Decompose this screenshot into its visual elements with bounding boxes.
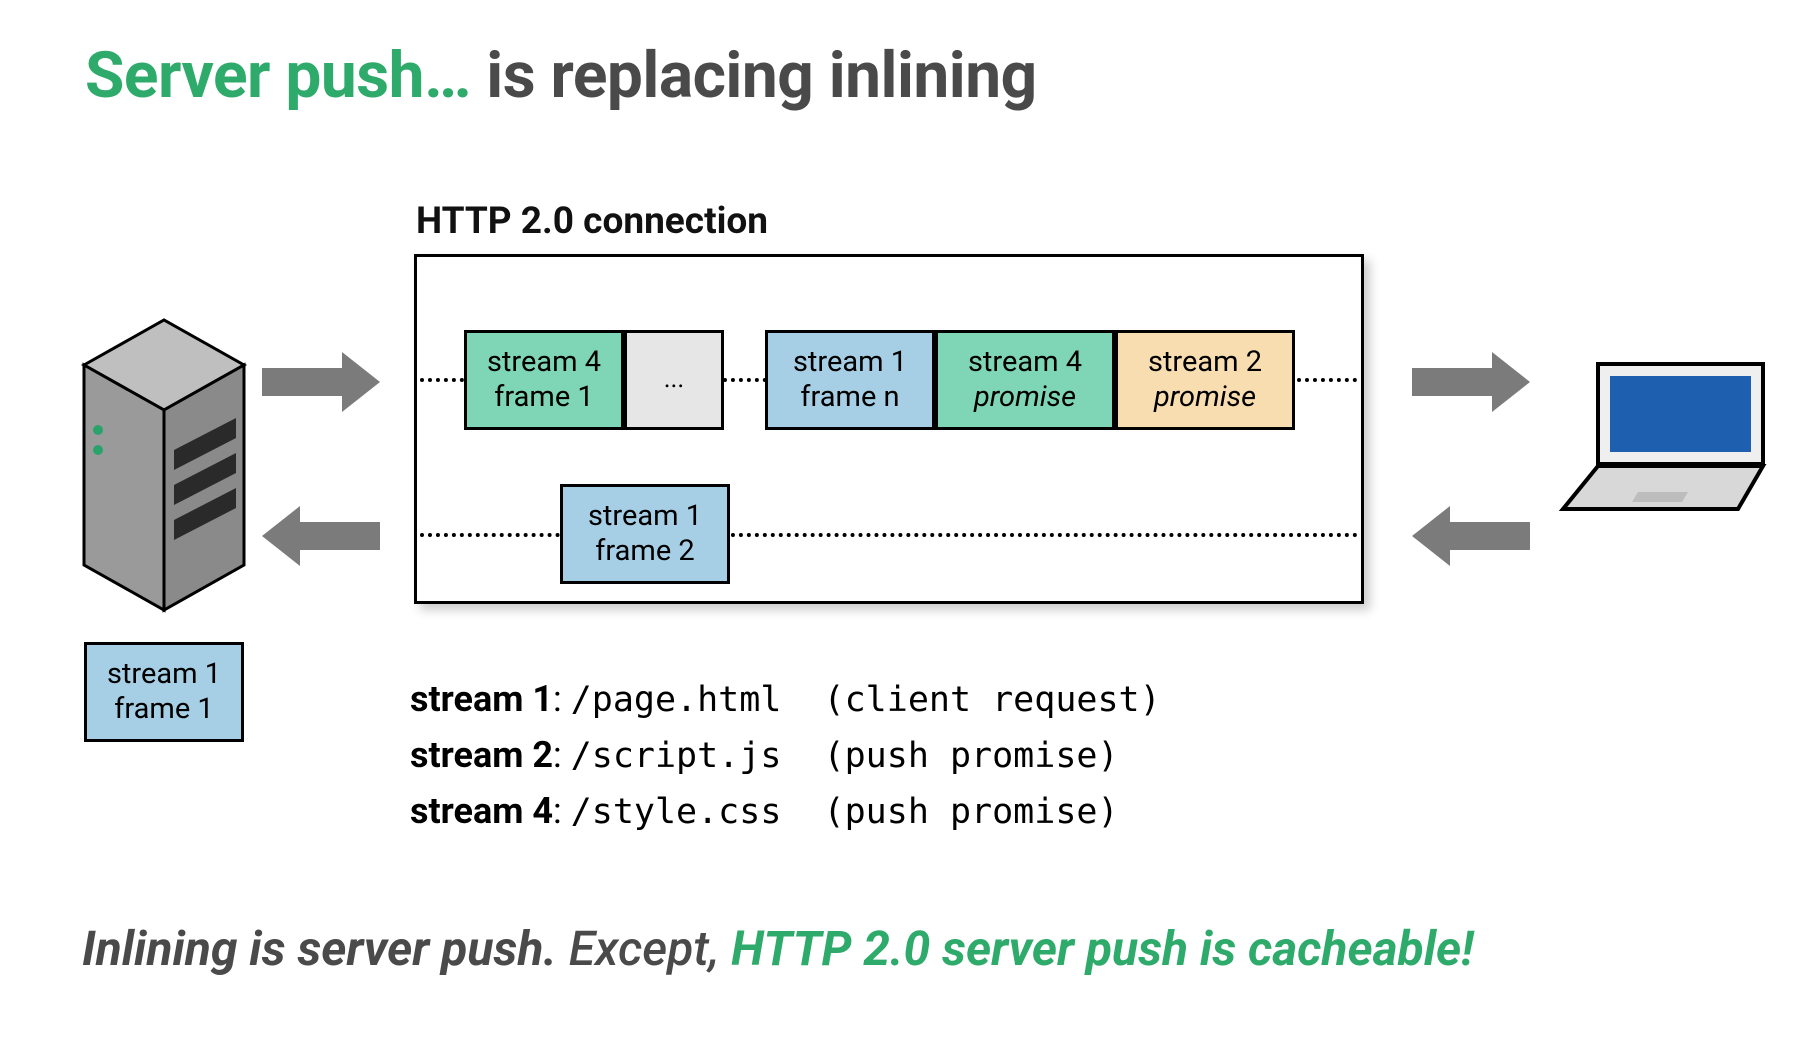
legend-sep: :	[553, 734, 571, 776]
arrow-head-right-icon	[1492, 352, 1530, 412]
arrow-client-to-connection	[1412, 506, 1530, 566]
footer-part2: Except,	[557, 920, 731, 977]
arrow-head-left-icon	[1412, 506, 1450, 566]
frame-line2: frame 2	[595, 534, 694, 569]
arrow-server-to-connection	[262, 352, 380, 412]
arrow-connection-to-client	[1412, 352, 1530, 412]
legend-label: stream 1	[410, 678, 553, 720]
arrow-shaft	[1450, 522, 1530, 550]
frame-stream4-promise: stream 4 promise	[935, 330, 1115, 430]
laptop-icon	[1558, 354, 1778, 514]
connection-label: HTTP 2.0 connection	[416, 200, 768, 243]
frame-queued-stream1-frame1: stream 1 frame 1	[84, 642, 244, 742]
frame-line2: frame 1	[494, 380, 593, 415]
footer-part3: HTTP 2.0 server push is cacheable!	[731, 920, 1474, 977]
footer-statement: Inlining is server push. Except, HTTP 2.…	[82, 920, 1474, 977]
legend-note: (push promise)	[781, 792, 1118, 832]
server-icon	[74, 310, 254, 620]
arrow-shaft	[300, 522, 380, 550]
frame-line2: promise	[974, 380, 1076, 415]
frame-line1: stream 4	[968, 345, 1082, 380]
arrow-connection-to-server	[262, 506, 380, 566]
frame-ellipsis-text: ...	[664, 364, 685, 395]
frame-line1: stream 1	[107, 657, 221, 692]
frame-line1: stream 2	[1148, 345, 1262, 380]
legend-label: stream 4	[410, 790, 553, 832]
legend-row: stream 4: /style.css (push promise)	[410, 784, 1161, 840]
legend-sep: :	[553, 790, 571, 832]
title-rest: is replacing inlining	[471, 38, 1037, 113]
frame-ellipsis: ...	[624, 330, 724, 430]
frame-line2: frame 1	[114, 692, 213, 727]
legend-label: stream 2	[410, 734, 553, 776]
legend-row: stream 2: /script.js (push promise)	[410, 728, 1161, 784]
footer-part1: Inlining is server push.	[82, 920, 557, 977]
frame-line1: stream 4	[487, 345, 601, 380]
legend-path: /script.js	[571, 736, 782, 776]
legend-row: stream 1: /page.html (client request)	[410, 672, 1161, 728]
frame-line1: stream 1	[793, 345, 907, 380]
legend-note: (client request)	[781, 680, 1160, 720]
legend-note: (push promise)	[781, 736, 1118, 776]
legend-path: /style.css	[571, 792, 782, 832]
arrow-shaft	[262, 368, 342, 396]
legend-sep: :	[553, 678, 571, 720]
frame-stream4-frame1: stream 4 frame 1	[464, 330, 624, 430]
arrow-shaft	[1412, 368, 1492, 396]
slide-title: Server push… is replacing inlining	[85, 38, 1037, 113]
stream-legend: stream 1: /page.html (client request) st…	[410, 672, 1161, 839]
frame-stream1-frame2: stream 1 frame 2	[560, 484, 730, 584]
frame-line2: frame n	[800, 380, 899, 415]
arrow-head-right-icon	[342, 352, 380, 412]
frame-line2: promise	[1154, 380, 1256, 415]
frame-line1: stream 1	[588, 499, 702, 534]
arrow-head-left-icon	[262, 506, 300, 566]
frame-stream1-framen: stream 1 frame n	[765, 330, 935, 430]
legend-path: /page.html	[571, 680, 782, 720]
frame-stream2-promise: stream 2 promise	[1115, 330, 1295, 430]
title-accent: Server push…	[85, 38, 471, 113]
